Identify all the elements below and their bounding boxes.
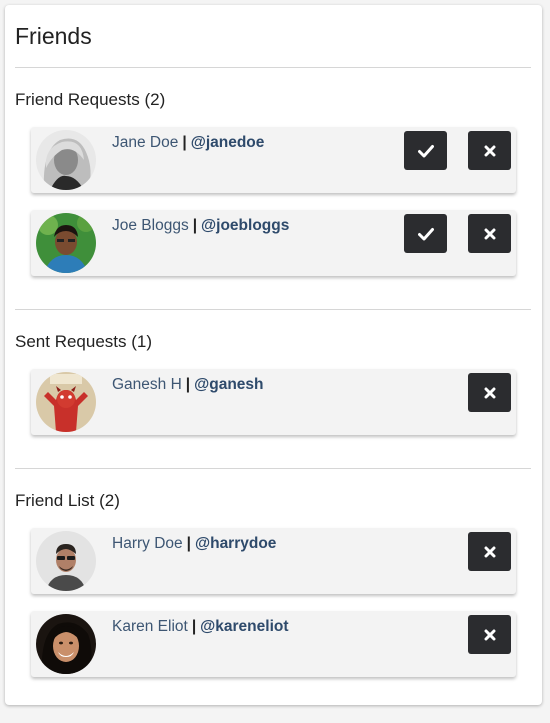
- accept-request-button[interactable]: [404, 131, 447, 170]
- name-separator: |: [182, 134, 187, 151]
- user-handle: @ganesh: [194, 376, 264, 393]
- friend-request-card: Jane Doe | @janedoe: [31, 127, 516, 193]
- avatar: [36, 372, 96, 432]
- user-handle: @joebloggs: [201, 217, 290, 234]
- divider: [15, 468, 531, 469]
- remove-friend-button[interactable]: [468, 532, 511, 571]
- friend-card: Harry Doe | @harrydoe: [31, 528, 516, 594]
- sent-requests-heading: Sent Requests (1): [15, 332, 153, 351]
- name-separator: |: [185, 376, 191, 393]
- friends-panel: Friends Friend Requests (2) Jane Doe | @ja…: [5, 5, 542, 705]
- page-title: Friends: [15, 23, 92, 49]
- user-handle: @harrydoe: [194, 535, 277, 552]
- user-line: Jane Doe | @janedoe: [112, 134, 264, 152]
- user-name: Joe Bloggs: [112, 217, 189, 234]
- user-handle: @kareneliot: [200, 618, 289, 635]
- avatar: [36, 213, 96, 273]
- user-name: Jane Doe: [112, 134, 179, 151]
- avatar: [36, 130, 96, 190]
- user-line: Karen Eliot | @kareneliot: [112, 618, 289, 636]
- cancel-request-button[interactable]: [468, 373, 511, 412]
- name-separator: |: [191, 618, 197, 635]
- friend-requests-heading: Friend Requests (2): [15, 90, 166, 109]
- accept-request-button[interactable]: [404, 214, 447, 253]
- user-line: Ganesh H | @ganesh: [112, 376, 264, 394]
- reject-request-button[interactable]: [468, 131, 511, 170]
- remove-friend-button[interactable]: [468, 615, 511, 654]
- user-name: Karen Eliot: [112, 618, 188, 635]
- user-handle: @janedoe: [190, 134, 265, 151]
- name-separator: |: [186, 535, 191, 552]
- check-icon: [417, 144, 434, 157]
- user-line: Joe Bloggs | @joebloggs: [112, 217, 289, 235]
- name-separator: |: [192, 217, 198, 234]
- close-icon: [484, 228, 495, 239]
- avatar: [36, 614, 96, 674]
- friend-list-heading: Friend List (2): [15, 491, 120, 510]
- friend-request-card: Joe Bloggs | @joebloggs: [31, 210, 516, 276]
- close-icon: [484, 387, 495, 398]
- user-name: Harry Doe: [112, 535, 183, 552]
- check-icon: [417, 227, 434, 240]
- avatar: [36, 531, 96, 591]
- reject-request-button[interactable]: [468, 214, 511, 253]
- divider: [15, 67, 531, 68]
- sent-request-card: Ganesh H | @ganesh: [31, 369, 516, 435]
- close-icon: [484, 145, 495, 156]
- divider: [15, 309, 531, 310]
- close-icon: [484, 546, 495, 557]
- user-line: Harry Doe | @harrydoe: [112, 535, 276, 553]
- close-icon: [484, 629, 495, 640]
- user-name: Ganesh H: [112, 376, 182, 393]
- friend-card: Karen Eliot | @kareneliot: [31, 611, 516, 677]
